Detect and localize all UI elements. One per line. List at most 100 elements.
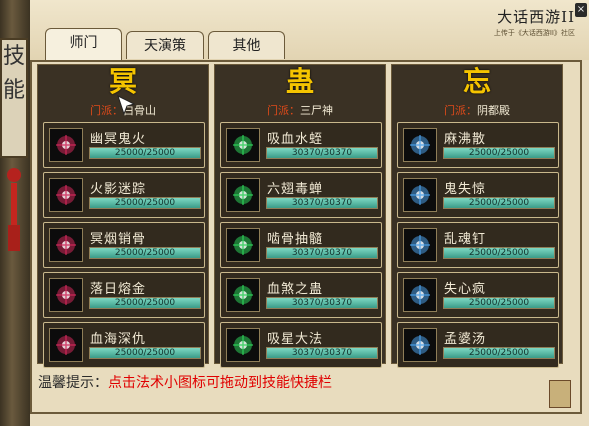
skill-proficiency-bar: 30370/30370 xyxy=(266,147,378,159)
skill-column-3: 忘门派：阴都殿 麻沸散 25000/25000 鬼失惊 25000/25000 乱魂钉 25… xyxy=(391,64,563,368)
skill-proficiency-bar: 25000/25000 xyxy=(89,197,201,209)
skill-proficiency-bar: 30370/30370 xyxy=(266,347,378,359)
tip: 温馨提示：点击法术小图标可拖动到技能快捷栏 xyxy=(38,372,332,392)
skill-row: 火影迷踪 25000/25000 xyxy=(43,172,205,218)
skill-value: 25000/25000 xyxy=(114,198,176,208)
column-header: 忘门派：阴都殿 xyxy=(392,65,562,123)
skill-value: 30370/30370 xyxy=(291,248,353,258)
skill-value: 25000/25000 xyxy=(468,148,530,158)
skill-value: 30370/30370 xyxy=(291,348,353,358)
sect-label: 门派： xyxy=(267,104,300,117)
skill-name: 冥烟销骨 xyxy=(90,232,147,247)
tip-message: 点击法术小图标可拖动到技能快捷栏 xyxy=(108,375,332,391)
numbing-powder-icon[interactable] xyxy=(403,128,437,162)
column-title-char: 忘 xyxy=(462,65,491,98)
skill-proficiency-bar: 25000/25000 xyxy=(443,347,555,359)
skill-value: 25000/25000 xyxy=(114,348,176,358)
blood-gu-icon[interactable] xyxy=(226,278,260,312)
skill-row: 血海深仇 25000/25000 xyxy=(43,322,205,368)
skill-name: 火影迷踪 xyxy=(90,182,147,197)
skill-row: 乱魂钉 25000/25000 xyxy=(397,222,559,268)
seal-stamp xyxy=(549,380,571,408)
skill-name: 鬼失惊 xyxy=(444,182,487,197)
skill-proficiency-bar: 25000/25000 xyxy=(443,197,555,209)
tassel-icon xyxy=(7,168,21,251)
sunset-gold-icon[interactable] xyxy=(49,278,83,312)
skill-row: 鬼失惊 25000/25000 xyxy=(397,172,559,218)
skill-proficiency-bar: 25000/25000 xyxy=(443,147,555,159)
skill-proficiency-bar: 25000/25000 xyxy=(89,147,201,159)
left-decoration: 技能 xyxy=(0,0,30,426)
fire-shadow-icon[interactable] xyxy=(49,178,83,212)
skill-name: 吸星大法 xyxy=(267,332,324,347)
side-label-text: 技能 xyxy=(2,44,25,103)
skill-name: 六翅毒蝉 xyxy=(267,182,324,197)
tab-tianyance[interactable]: 天演策 xyxy=(126,31,204,59)
skill-name: 吸血水蛭 xyxy=(267,132,324,147)
skill-proficiency-bar: 25000/25000 xyxy=(443,247,555,259)
skill-name: 麻沸散 xyxy=(444,132,487,147)
close-button[interactable]: × xyxy=(575,3,587,17)
blood-sea-icon[interactable] xyxy=(49,328,83,362)
skill-proficiency-bar: 30370/30370 xyxy=(266,297,378,309)
skill-proficiency-bar: 25000/25000 xyxy=(89,347,201,359)
skill-value: 30370/30370 xyxy=(291,198,353,208)
skill-value: 25000/25000 xyxy=(468,298,530,308)
sect-name: 三尸神 xyxy=(300,104,333,117)
tab-other[interactable]: 其他 xyxy=(208,31,285,59)
skill-name: 孟婆汤 xyxy=(444,332,487,347)
game-logo: 大话西游II xyxy=(497,8,575,26)
leech-icon[interactable] xyxy=(226,128,260,162)
smoke-bone-icon[interactable] xyxy=(49,228,83,262)
skill-row: 麻沸散 25000/25000 xyxy=(397,122,559,168)
skill-value: 25000/25000 xyxy=(468,248,530,258)
soul-nail-icon[interactable] xyxy=(403,228,437,262)
skill-row: 啮骨抽髓 30370/30370 xyxy=(220,222,382,268)
skill-value: 25000/25000 xyxy=(114,148,176,158)
uploader-note: 上传于《大话西游II》社区 xyxy=(493,29,575,37)
column-title-char: 蛊 xyxy=(285,65,314,98)
skill-proficiency-bar: 25000/25000 xyxy=(89,297,201,309)
mouse-cursor-icon xyxy=(117,95,136,116)
skill-value: 25000/25000 xyxy=(468,348,530,358)
sect-name: 阴都殿 xyxy=(477,104,510,117)
skill-name: 幽冥鬼火 xyxy=(90,132,147,147)
skill-row: 冥烟销骨 25000/25000 xyxy=(43,222,205,268)
skill-name: 啮骨抽髓 xyxy=(267,232,324,247)
tab-shimen[interactable]: 师门 xyxy=(45,28,122,60)
skill-value: 25000/25000 xyxy=(114,298,176,308)
skill-proficiency-bar: 30370/30370 xyxy=(266,197,378,209)
skill-row: 幽冥鬼火 25000/25000 xyxy=(43,122,205,168)
skill-row: 落日熔金 25000/25000 xyxy=(43,272,205,318)
skill-value: 25000/25000 xyxy=(468,198,530,208)
skill-name: 落日熔金 xyxy=(90,282,147,297)
skill-column-2: 蛊门派：三尸神 吸血水蛭 30370/30370 六翅毒蝉 30370/30370 啮骨抽… xyxy=(214,64,386,368)
skills-scroll-label: 技能 xyxy=(0,38,28,158)
skill-name: 失心疯 xyxy=(444,282,487,297)
skill-name: 血煞之蛊 xyxy=(267,282,324,297)
skill-row: 六翅毒蝉 30370/30370 xyxy=(220,172,382,218)
ghost-fright-icon[interactable] xyxy=(403,178,437,212)
skill-row: 孟婆汤 25000/25000 xyxy=(397,322,559,368)
skill-proficiency-bar: 25000/25000 xyxy=(443,297,555,309)
star-absorb-icon[interactable] xyxy=(226,328,260,362)
skill-row: 吸血水蛭 30370/30370 xyxy=(220,122,382,168)
skill-value: 30370/30370 xyxy=(291,148,353,158)
column-header: 蛊门派：三尸神 xyxy=(215,65,385,123)
skill-value: 25000/25000 xyxy=(114,248,176,258)
six-wing-cicada-icon[interactable] xyxy=(226,178,260,212)
sect-line: 门派：阴都殿 xyxy=(392,102,562,118)
sect-label: 门派： xyxy=(444,104,477,117)
skill-proficiency-bar: 30370/30370 xyxy=(266,247,378,259)
mengpo-soup-icon[interactable] xyxy=(403,328,437,362)
madness-icon[interactable] xyxy=(403,278,437,312)
skill-name: 乱魂钉 xyxy=(444,232,487,247)
bone-gnaw-icon[interactable] xyxy=(226,228,260,262)
skill-value: 30370/30370 xyxy=(291,298,353,308)
skill-row: 吸星大法 30370/30370 xyxy=(220,322,382,368)
ghost-fire-icon[interactable] xyxy=(49,128,83,162)
sect-line: 门派：三尸神 xyxy=(215,102,385,118)
skill-proficiency-bar: 25000/25000 xyxy=(89,247,201,259)
tip-label: 温馨提示： xyxy=(38,375,108,391)
skill-row: 血煞之蛊 30370/30370 xyxy=(220,272,382,318)
